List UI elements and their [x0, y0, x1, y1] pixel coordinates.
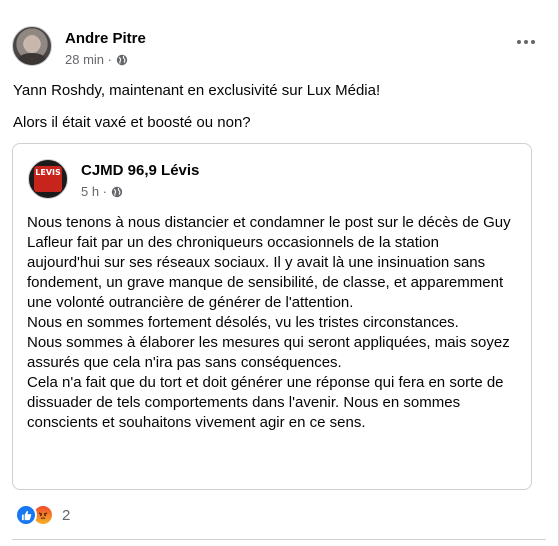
shared-body: Nous tenons à nous distancier et condamn…	[27, 213, 515, 433]
shared-page-name[interactable]: CJMD 96,9 Lévis	[81, 162, 199, 179]
page-logo-text: LEVIS	[35, 168, 61, 177]
post-time[interactable]: 28 min ·	[65, 52, 112, 67]
post-card: Andre Pitre 28 min · Yann Roshdy, mainte…	[0, 0, 559, 546]
like-icon	[15, 504, 37, 526]
shared-time[interactable]: 5 h ·	[81, 184, 107, 199]
post-meta: 28 min ·	[65, 52, 128, 67]
divider	[12, 539, 546, 540]
shared-post[interactable]: LEVIS CJMD 96,9 Lévis 5 h · Nous tenons …	[12, 143, 532, 490]
reaction-count[interactable]: 2	[62, 507, 70, 524]
shared-meta: 5 h ·	[81, 184, 123, 199]
shared-paragraph: Nous tenons à nous distancier et condamn…	[27, 214, 511, 311]
post-header: Andre Pitre 28 min ·	[12, 22, 548, 68]
globe-icon	[116, 54, 128, 65]
post-text: Yann Roshdy, maintenant en exclusivité s…	[13, 81, 543, 145]
globe-icon	[111, 186, 123, 197]
more-options-icon[interactable]	[512, 32, 540, 52]
post-text-line: Yann Roshdy, maintenant en exclusivité s…	[13, 82, 381, 99]
shared-paragraph: Cela n'a fait que du tort et doit génére…	[27, 374, 504, 431]
shared-paragraph: Nous sommes à élaborer les mesures qui s…	[27, 334, 510, 371]
author-name[interactable]: Andre Pitre	[65, 30, 146, 47]
post-text-line: Alors il était vaxé et boosté ou non?	[13, 114, 251, 131]
page-avatar[interactable]: LEVIS	[28, 159, 68, 199]
author-avatar[interactable]	[12, 26, 52, 66]
avatar-face	[24, 35, 40, 53]
shared-paragraph: Nous en sommes fortement désolés, vu les…	[27, 314, 459, 331]
reaction-summary[interactable]: 2	[15, 504, 70, 526]
avatar-shoulders	[18, 53, 46, 65]
